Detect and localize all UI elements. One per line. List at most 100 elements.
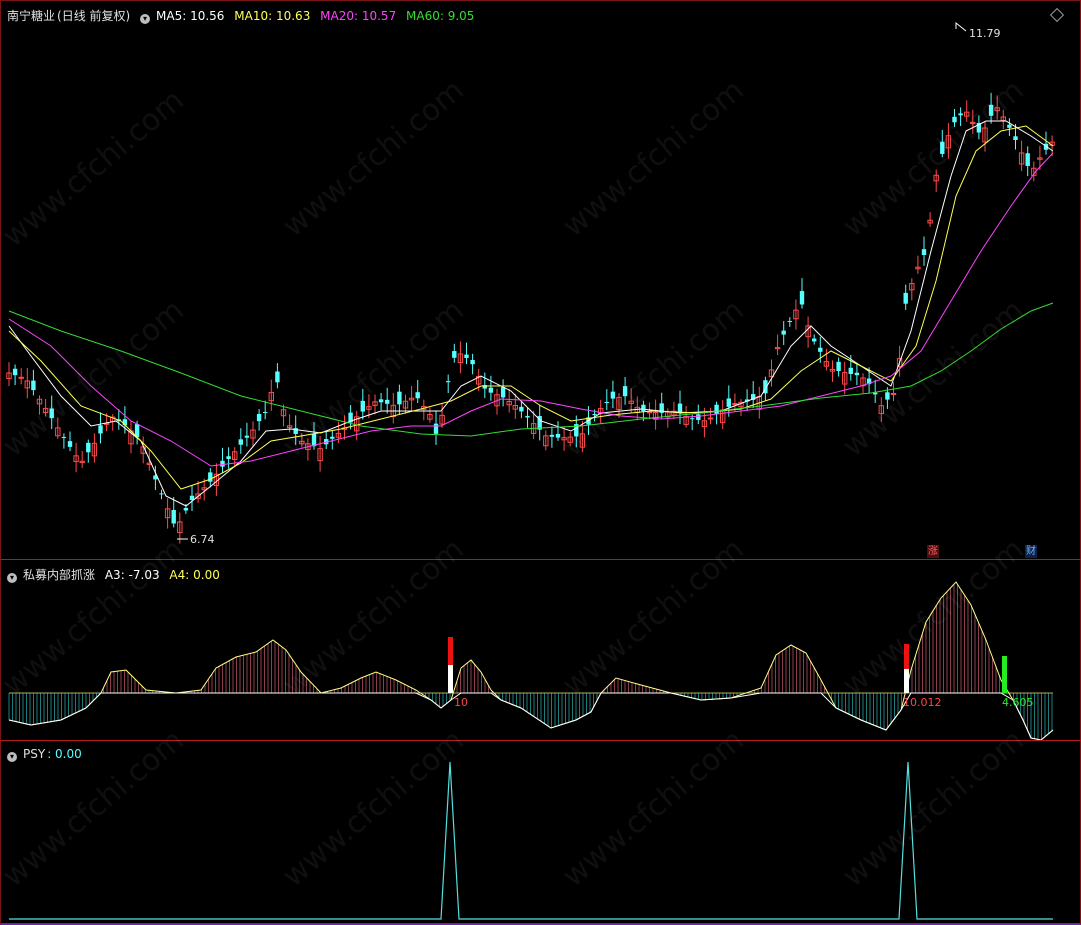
candle-down: [799, 291, 805, 305]
high-pointer: [955, 21, 967, 32]
psy-line: [9, 761, 1053, 920]
indicator-settings-icon[interactable]: ▾: [7, 573, 17, 583]
ma10-label: MA10: 10.63: [234, 9, 311, 23]
candle-down: [378, 399, 384, 403]
signal-bar-green: [1002, 656, 1007, 693]
candle-down: [220, 460, 225, 467]
candle-down: [171, 510, 176, 524]
candle-down: [275, 371, 280, 383]
candle-up: [707, 417, 714, 420]
candle-down: [385, 399, 390, 404]
indicator-name: 私募内部抓涨: [23, 568, 96, 582]
price-legend: 南宁糖业 (日线 前复权) ▾ MA5: 10.56 MA10: 10.63 MA2…: [7, 7, 480, 24]
candle-up: [646, 411, 653, 414]
candle-down: [159, 493, 164, 495]
candle-down: [787, 321, 792, 323]
stock-name: 南宁糖业: [7, 9, 56, 23]
candle-down: [610, 391, 616, 399]
candle-down: [726, 398, 731, 407]
ma5-label: MA5: 10.56: [156, 9, 225, 23]
candle-down: [1025, 153, 1030, 166]
candle-down: [622, 386, 628, 397]
signal-bar-white: [904, 669, 909, 693]
rise-badge[interactable]: 涨: [927, 545, 939, 558]
candle-down: [690, 418, 695, 420]
candle-down: [988, 104, 994, 116]
psy-canvas[interactable]: [1, 741, 1080, 924]
candle-down: [263, 412, 268, 414]
ma60-line: [8, 302, 1054, 437]
candle-down: [958, 113, 963, 116]
candle-up: [732, 403, 738, 406]
candle-down: [604, 402, 609, 404]
indicator-mark-label: 10: [454, 696, 468, 709]
candle-down: [921, 249, 927, 255]
candle-down: [488, 387, 494, 393]
candle-down: [12, 368, 18, 376]
candle-down: [49, 408, 54, 419]
candle-down: [31, 380, 36, 391]
candle-down: [549, 434, 555, 437]
indicator-mark-label: 4.605: [1002, 696, 1034, 709]
candle-down: [330, 436, 335, 439]
candle-down: [903, 292, 908, 304]
candle-up: [18, 376, 24, 379]
indicator-pane[interactable]: 10 10.012 4.605 ▾ 私募内部抓涨 A3: -7.03 A4: 0.00…: [0, 532, 1081, 740]
candle-down: [452, 351, 457, 358]
candle-down: [311, 433, 317, 447]
signal-bar-white: [448, 665, 453, 693]
candle-down: [86, 442, 91, 453]
candle-down: [446, 381, 451, 383]
psy-name: PSY: [23, 747, 46, 761]
candle-down: [67, 441, 73, 447]
candle-up: [890, 393, 897, 395]
candle-down: [836, 361, 841, 372]
candle-down: [1007, 124, 1012, 128]
ma5-line: [8, 120, 1054, 507]
signal-bar-red: [448, 637, 453, 665]
ma60-label: MA60: 9.05: [406, 9, 475, 23]
ma10-line: [8, 125, 1054, 490]
candle-down: [592, 414, 597, 416]
psy-settings-icon[interactable]: ▾: [7, 752, 17, 762]
candle-down: [415, 392, 420, 399]
candle-down: [812, 338, 817, 342]
candle-down: [238, 439, 243, 445]
candle-down: [360, 400, 365, 412]
candle-down: [256, 413, 262, 422]
indicator-legend: ▾ 私募内部抓涨 A3: -7.03 A4: 0.00: [7, 566, 226, 583]
candle-down: [500, 387, 506, 398]
candle-down: [183, 507, 189, 511]
indicator-mark-label: 10.012: [903, 696, 942, 709]
high-price-label: 11.79: [969, 27, 1001, 40]
candle-down: [433, 423, 439, 434]
candle-down: [397, 391, 402, 405]
finance-badge[interactable]: 财: [1025, 545, 1037, 558]
candle-down: [470, 359, 475, 365]
candle-down: [696, 414, 701, 420]
candle-down: [848, 367, 853, 374]
candle-down: [555, 433, 561, 438]
candle-down: [781, 330, 786, 335]
candle-down: [854, 372, 860, 376]
indicator-canvas[interactable]: 10 10.012 4.605: [1, 560, 1080, 740]
candle-down: [818, 347, 823, 352]
psy-legend: ▾ PSY: 0.00: [7, 747, 88, 762]
price-chart-pane[interactable]: 11.79 6.74 南宁糖业 (日线 前复权) ▾ MA5: 10.56 MA10:…: [0, 0, 1081, 559]
candle-down: [464, 354, 469, 358]
a4-label: A4: 0.00: [169, 568, 220, 582]
ma20-label: MA20: 10.57: [320, 9, 397, 23]
candle-down: [98, 425, 103, 434]
a3-label: A3: -7.03: [104, 568, 160, 582]
candle-down: [940, 141, 945, 154]
legend-settings-icon[interactable]: ▾: [140, 14, 151, 24]
candle-down: [714, 404, 719, 414]
low-price-label: 6.74: [190, 533, 215, 546]
candle-down: [952, 116, 957, 123]
period-label: (日线 前复权): [57, 9, 131, 23]
psy-pane[interactable]: ▾ PSY: 0.00 www.cfchi.com www.cfchi.com w…: [0, 723, 1081, 925]
price-chart-canvas[interactable]: 11.79 6.74: [1, 1, 1080, 559]
candle-down: [226, 456, 231, 459]
candle-down: [519, 406, 524, 412]
candle-down: [244, 435, 250, 438]
